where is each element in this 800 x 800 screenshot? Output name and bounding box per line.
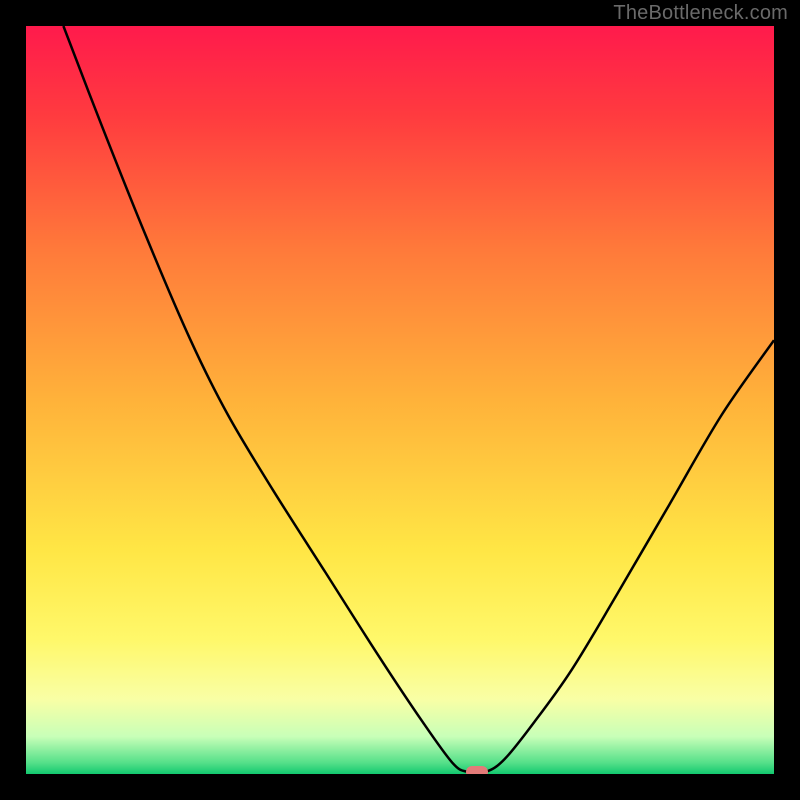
attribution-label: TheBottleneck.com <box>613 2 788 25</box>
chart-plot-area <box>26 26 774 774</box>
chart-svg <box>26 26 774 774</box>
chart-background <box>26 26 774 774</box>
optimal-point-marker <box>466 766 488 774</box>
